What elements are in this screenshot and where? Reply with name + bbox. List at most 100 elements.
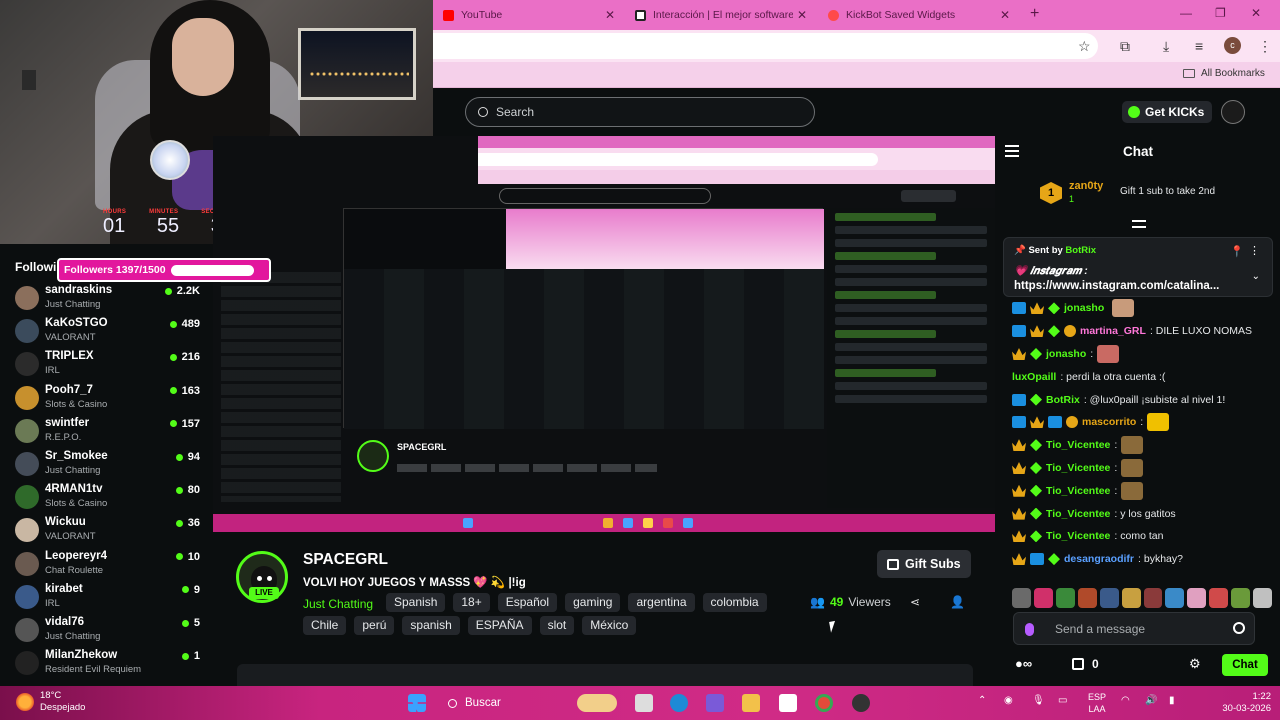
quick-emote-icon[interactable]: [1209, 588, 1229, 608]
stream-tag[interactable]: Spanish: [386, 593, 446, 612]
chat-username[interactable]: Tio_Vicentee: [1046, 462, 1110, 474]
volume-icon[interactable]: 🔊: [1145, 695, 1157, 706]
settings-gear-icon[interactable]: ⚙: [1189, 656, 1201, 672]
store-icon[interactable]: [779, 694, 797, 712]
wifi-icon[interactable]: ◠: [1121, 695, 1130, 706]
stream-tag[interactable]: colombia: [702, 593, 767, 612]
streamer-name[interactable]: SPACEGRL: [303, 551, 388, 569]
sidebar-channel[interactable]: Leopereyr4 Chat Roulette 10: [15, 548, 200, 581]
media-control-icon[interactable]: ≡: [1195, 38, 1203, 54]
chat-username[interactable]: Tio_Vicentee: [1046, 485, 1110, 497]
quick-emote-icon[interactable]: [1143, 588, 1163, 608]
maximize-button[interactable]: ❐: [1215, 6, 1226, 20]
gift-prompt[interactable]: Gift 1 sub to take 2nd: [1120, 186, 1215, 197]
sidebar-channel[interactable]: swintfer R.E.P.O. 157: [15, 415, 200, 448]
pinned-link[interactable]: https://www.instagram.com/catalina...: [1014, 280, 1219, 292]
channel-points-icon[interactable]: ●∞: [1015, 656, 1032, 671]
follow-user-icon[interactable]: 👤: [950, 595, 965, 609]
quick-emote-icon[interactable]: [1055, 588, 1075, 608]
sidebar-channel[interactable]: vidal76 Just Chatting 5: [15, 614, 200, 647]
chat-username[interactable]: martina_GRL: [1080, 325, 1146, 337]
system-clock[interactable]: 1:22 30-03-2026: [1216, 691, 1271, 715]
weather-widget[interactable]: 18°C Despejado: [16, 690, 85, 714]
stream-tag[interactable]: gaming: [565, 593, 621, 612]
file-explorer-icon[interactable]: [635, 694, 653, 712]
bookmark-star-icon[interactable]: ☆: [1078, 38, 1091, 55]
close-window-button[interactable]: ✕: [1251, 6, 1261, 20]
sidebar-channel[interactable]: 4RMAN1tv Slots & Casino 80: [15, 481, 200, 514]
menu-icon[interactable]: ⋮: [1258, 38, 1272, 55]
stream-tag[interactable]: perú: [354, 616, 395, 635]
tab-close-icon[interactable]: ✕: [1000, 8, 1010, 22]
tray-display-icon[interactable]: ▭: [1058, 695, 1067, 706]
stream-category[interactable]: Just Chatting: [303, 597, 373, 611]
stream-tag[interactable]: ESPAÑA: [467, 616, 532, 635]
chat-username[interactable]: Tio_Vicentee: [1046, 439, 1110, 451]
stream-tag[interactable]: Chile: [303, 616, 347, 635]
chat-username[interactable]: jonasho: [1064, 302, 1104, 314]
microphone-icon[interactable]: [1025, 623, 1034, 636]
emoji-icon[interactable]: [1233, 622, 1245, 634]
tray-chevron-icon[interactable]: ⌃: [978, 695, 986, 706]
chat-username[interactable]: BotRix: [1046, 394, 1080, 406]
download-icon[interactable]: ⤓: [1163, 38, 1169, 55]
quick-emote-icon[interactable]: [1121, 588, 1141, 608]
tray-app-icon[interactable]: ◉: [1004, 695, 1013, 706]
chrome-icon[interactable]: [815, 694, 833, 712]
tab-close-icon[interactable]: ✕: [797, 8, 807, 22]
quick-emote-icon[interactable]: [1012, 588, 1031, 608]
quick-emote-icon[interactable]: [1253, 588, 1273, 608]
chat-username[interactable]: mascorrito: [1082, 416, 1136, 428]
chat-username[interactable]: Tio_Vicentee: [1046, 508, 1110, 520]
search-input[interactable]: Search: [465, 97, 815, 127]
quick-emote-icon[interactable]: [1187, 588, 1207, 608]
address-bar[interactable]: [433, 33, 1098, 59]
quick-emote-icon[interactable]: [1099, 588, 1119, 608]
chat-input[interactable]: Send a message: [1013, 612, 1255, 645]
chat-username[interactable]: jonasho: [1046, 348, 1086, 360]
battery-icon[interactable]: ▮: [1169, 695, 1175, 706]
sidebar-channel[interactable]: TRIPLEX IRL 216: [15, 348, 200, 381]
new-tab-button[interactable]: +: [1030, 5, 1039, 23]
sidebar-channel[interactable]: Pooh7_7 Slots & Casino 163: [15, 382, 200, 415]
send-chat-button[interactable]: Chat: [1222, 654, 1268, 676]
stream-tag[interactable]: 18+: [453, 593, 490, 612]
tab-close-icon[interactable]: ✕: [605, 8, 615, 22]
chevron-down-icon[interactable]: ⌄: [1252, 271, 1260, 282]
edge-icon[interactable]: [670, 694, 688, 712]
extensions-icon[interactable]: ⧉: [1120, 38, 1130, 55]
quick-emote-icon[interactable]: [1165, 588, 1185, 608]
quick-emote-icon[interactable]: [1231, 588, 1251, 608]
profile-avatar[interactable]: c: [1224, 37, 1241, 54]
tab-youtube[interactable]: YouTube ✕: [443, 4, 615, 26]
quick-emote-icon[interactable]: [1033, 588, 1053, 608]
sidebar-channel[interactable]: Wickuu VALORANT 36: [15, 514, 200, 547]
chat-scroll-icon[interactable]: [1132, 220, 1146, 228]
tab-interaccion[interactable]: Interacción | El mejor software ; ✕: [635, 4, 807, 26]
stream-tag[interactable]: slot: [539, 616, 575, 635]
sidebar-channel[interactable]: kirabet IRL 9: [15, 581, 200, 614]
windows-start-icon[interactable]: [408, 694, 426, 712]
all-bookmarks[interactable]: All Bookmarks: [1183, 68, 1265, 79]
share-icon[interactable]: ⋖: [910, 595, 920, 609]
news-widget-icon[interactable]: [577, 694, 617, 712]
pin-icon[interactable]: 📍: [1230, 245, 1244, 258]
sidebar-channel[interactable]: KaKoSTGO VALORANT 489: [15, 315, 200, 348]
copilot-icon[interactable]: [706, 694, 724, 712]
language-indicator[interactable]: ESP LAA: [1088, 691, 1106, 715]
taskbar-search[interactable]: Buscar: [438, 692, 588, 714]
user-avatar[interactable]: [1221, 100, 1245, 124]
gift-subs-button[interactable]: Gift Subs: [877, 550, 971, 578]
chat-username[interactable]: Tio_Vicentee: [1046, 530, 1110, 542]
chat-username[interactable]: desangraodifr: [1064, 553, 1134, 565]
get-kicks-button[interactable]: Get KICKs: [1122, 101, 1213, 123]
more-options-icon[interactable]: ⋮: [1249, 244, 1260, 257]
video-player[interactable]: SPACEGRL: [213, 136, 995, 532]
sidebar-channel[interactable]: sandraskins Just Chatting 2.2K: [15, 282, 200, 315]
app-icon[interactable]: [852, 694, 870, 712]
chat-username[interactable]: luxOpaill: [1012, 371, 1056, 383]
mic-tray-icon[interactable]: 🎙: [1032, 695, 1045, 706]
stream-tag[interactable]: spanish: [402, 616, 460, 635]
tab-kickbot[interactable]: KickBot Saved Widgets ✕: [828, 4, 1010, 26]
sidebar-channel[interactable]: MilanZhekow Resident Evil Requiem 1: [15, 647, 200, 680]
